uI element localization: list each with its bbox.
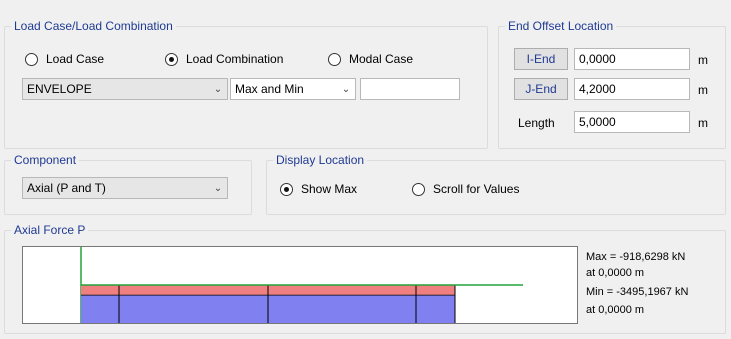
scroll-for-values-radio-dot[interactable] [412, 182, 425, 196]
length-field[interactable]: 5,0000 [574, 111, 690, 133]
load-combination-radio[interactable]: Load Combination [165, 52, 283, 66]
scroll-for-values-radio[interactable]: Scroll for Values [412, 182, 519, 196]
show-max-radio-label: Show Max [301, 182, 358, 196]
length-label: Length [518, 116, 555, 130]
max-value-text: Max = -918,6298 kN [586, 251, 686, 263]
load-combination-radio-dot[interactable] [165, 52, 178, 66]
j-end-button[interactable]: J-End [514, 78, 568, 100]
j-end-unit: m [698, 83, 708, 97]
j-end-field[interactable]: 4,2000 [574, 78, 690, 100]
scroll-for-values-radio-label: Scroll for Values [433, 182, 520, 196]
chevron-down-icon: ⌄ [213, 182, 223, 194]
show-max-radio-dot[interactable] [280, 182, 293, 196]
component-select[interactable]: Axial (P and T) ⌄ [22, 177, 228, 199]
display-location-group-title: Display Location [273, 153, 368, 167]
axial-diagram-canvas [22, 246, 578, 324]
end-offset-group-title: End Offset Location [505, 19, 617, 33]
axial-force-diagram [80, 247, 523, 323]
i-end-button[interactable]: I-End [514, 48, 568, 70]
mode-select-value: Max and Min [235, 82, 304, 96]
j-end-button-label: J-End [525, 82, 557, 96]
max-location-text: at 0,0000 m [586, 267, 645, 279]
chevron-down-icon: ⌄ [213, 83, 223, 95]
modal-case-radio[interactable]: Modal Case [328, 52, 413, 66]
load-combination-radio-label: Load Combination [186, 52, 284, 66]
load-case-group-title: Load Case/Load Combination [11, 19, 176, 33]
modal-case-radio-label: Modal Case [349, 52, 414, 66]
chevron-down-icon: ⌄ [341, 83, 351, 95]
load-case-radio[interactable]: Load Case [25, 52, 104, 66]
min-value-text: Min = -3495,1967 kN [586, 286, 689, 298]
case-select[interactable]: ENVELOPE ⌄ [22, 78, 228, 100]
length-unit: m [698, 116, 708, 130]
modal-case-radio-dot[interactable] [328, 52, 341, 66]
load-case-radio-dot[interactable] [25, 52, 38, 66]
extra-value-field[interactable] [360, 78, 460, 100]
i-end-button-label: I-End [526, 52, 556, 66]
show-max-radio[interactable]: Show Max [280, 182, 357, 196]
load-case-radio-label: Load Case [46, 52, 105, 66]
min-location-text: at 0,0000 m [586, 304, 645, 316]
case-select-value: ENVELOPE [27, 82, 92, 96]
mode-select[interactable]: Max and Min ⌄ [230, 78, 356, 100]
component-select-value: Axial (P and T) [27, 181, 106, 195]
axial-force-group-title: Axial Force P [11, 223, 89, 237]
component-group-title: Component [11, 153, 80, 167]
i-end-field[interactable]: 0,0000 [574, 48, 690, 70]
i-end-unit: m [698, 53, 708, 67]
